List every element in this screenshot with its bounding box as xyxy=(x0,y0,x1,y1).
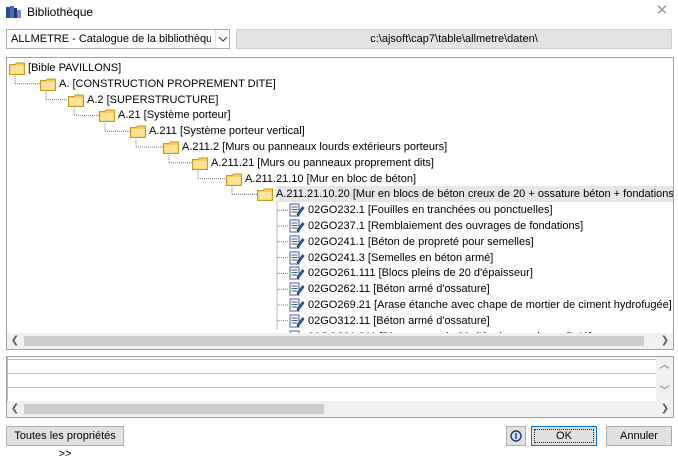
scroll-up-icon[interactable]: ︿ xyxy=(656,359,673,373)
divider xyxy=(7,357,9,401)
scrollbar-thumb[interactable] xyxy=(24,336,644,346)
library-path-field: c:\ajsoft\cap7\table\allmetre\daten\ xyxy=(236,29,672,49)
tree-node-label: 02GO269.21 [Arase étanche avec chape de … xyxy=(308,299,672,311)
item-document-icon xyxy=(289,266,305,281)
folder-icon xyxy=(163,141,179,154)
item-document-icon xyxy=(289,314,305,328)
tree-node-label: A.211 [Système porteur vertical] xyxy=(149,125,305,138)
folder-icon xyxy=(68,94,84,107)
scroll-right-icon[interactable]: ❯ xyxy=(657,333,673,349)
scroll-left-icon[interactable]: ❮ xyxy=(7,401,23,417)
cancel-button[interactable]: Annuler xyxy=(606,426,672,446)
tree-node-label: A.211.21 [Murs ou panneaux proprement di… xyxy=(211,156,434,169)
tree-node-label: 02GO237.1 [Remblaiement des ouvrages de … xyxy=(308,220,584,232)
scroll-right-icon[interactable]: ❯ xyxy=(657,401,673,417)
info-button[interactable] xyxy=(506,426,526,446)
tree-node-label: A.211.21.10 [Mur en bloc de béton] xyxy=(245,172,417,185)
tree-node-label: A.2 [SUPERSTRUCTURE] xyxy=(87,93,219,106)
folder-icon xyxy=(9,62,25,75)
tree-node-label: 02GO241.3 [Semelles en béton armé] xyxy=(308,251,494,264)
properties-panel[interactable]: ︿ ﹀ ❮ ❯ xyxy=(6,356,674,418)
window-title: Bibliothèque xyxy=(27,5,94,19)
properties-vertical-scrollbar[interactable]: ︿ ﹀ xyxy=(656,357,673,401)
divider xyxy=(7,359,657,360)
title-bar: Bibliothèque ✕ xyxy=(0,0,678,24)
tree-node-label: A. [CONSTRUCTION PROPREMENT DITE] xyxy=(59,77,276,90)
tree-node-label: 02GO262.11 [Béton armé d'ossature] xyxy=(308,283,490,296)
divider xyxy=(7,387,657,388)
ok-button[interactable]: OK xyxy=(531,426,597,446)
scroll-down-icon[interactable]: ﹀ xyxy=(656,385,673,399)
tree-node-label: [Bible PAVILLONS] xyxy=(28,62,122,74)
item-document-icon xyxy=(289,219,305,233)
tree-node-label: 02GO312.11 [Béton armé d'ossature] xyxy=(308,314,490,327)
tree-node-label: 02GO241.1 [Béton de propreté pour semell… xyxy=(308,235,534,248)
divider xyxy=(7,373,657,374)
properties-horizontal-scrollbar[interactable]: ❮ ❯ xyxy=(7,401,673,417)
close-icon[interactable]: ✕ xyxy=(654,2,670,20)
library-select-value: ALLMETRE - Catalogue de la bibliothèque … xyxy=(11,33,211,45)
ok-button-label: OK xyxy=(534,429,594,443)
folder-icon xyxy=(40,78,56,91)
item-document-icon xyxy=(289,203,305,217)
toolbar: ALLMETRE - Catalogue de la bibliothèque … xyxy=(0,24,678,54)
folder-icon xyxy=(257,188,273,202)
tree-node-label: A.211.21.10.20 [Mur en blocs de béton cr… xyxy=(276,186,673,203)
folder-icon xyxy=(99,109,115,123)
tree-node-label: 02GO261.111 [Blocs pleins de 20 d'épaiss… xyxy=(308,267,533,280)
scrollbar-thumb[interactable] xyxy=(24,404,324,414)
folder-icon xyxy=(226,173,242,186)
all-properties-button[interactable]: Toutes les propriétés >> xyxy=(6,426,124,460)
item-document-icon xyxy=(289,235,305,249)
item-document-icon xyxy=(289,251,305,265)
library-select[interactable]: ALLMETRE - Catalogue de la bibliothèque … xyxy=(6,29,230,49)
item-document-icon xyxy=(289,298,305,312)
chevron-down-icon[interactable] xyxy=(215,30,229,48)
tree-node-label: A.21 [Système porteur] xyxy=(118,109,231,122)
info-icon xyxy=(510,430,522,442)
item-document-icon xyxy=(289,282,305,296)
library-tree[interactable]: [Bible PAVILLONS] A. [CONSTRUCTION PROPRE… xyxy=(6,57,674,350)
folder-icon xyxy=(192,157,208,170)
tree-node-label: A.211.2 [Murs ou panneaux lourds extérie… xyxy=(182,141,448,153)
library-app-icon xyxy=(6,6,21,18)
tree-node-label: 02GO232.1 [Fouilles en tranchées ou ponc… xyxy=(308,204,553,217)
scroll-left-icon[interactable]: ❮ xyxy=(7,333,23,349)
tree-horizontal-scrollbar[interactable]: ❮ ❯ xyxy=(7,333,673,349)
folder-icon xyxy=(130,125,146,139)
